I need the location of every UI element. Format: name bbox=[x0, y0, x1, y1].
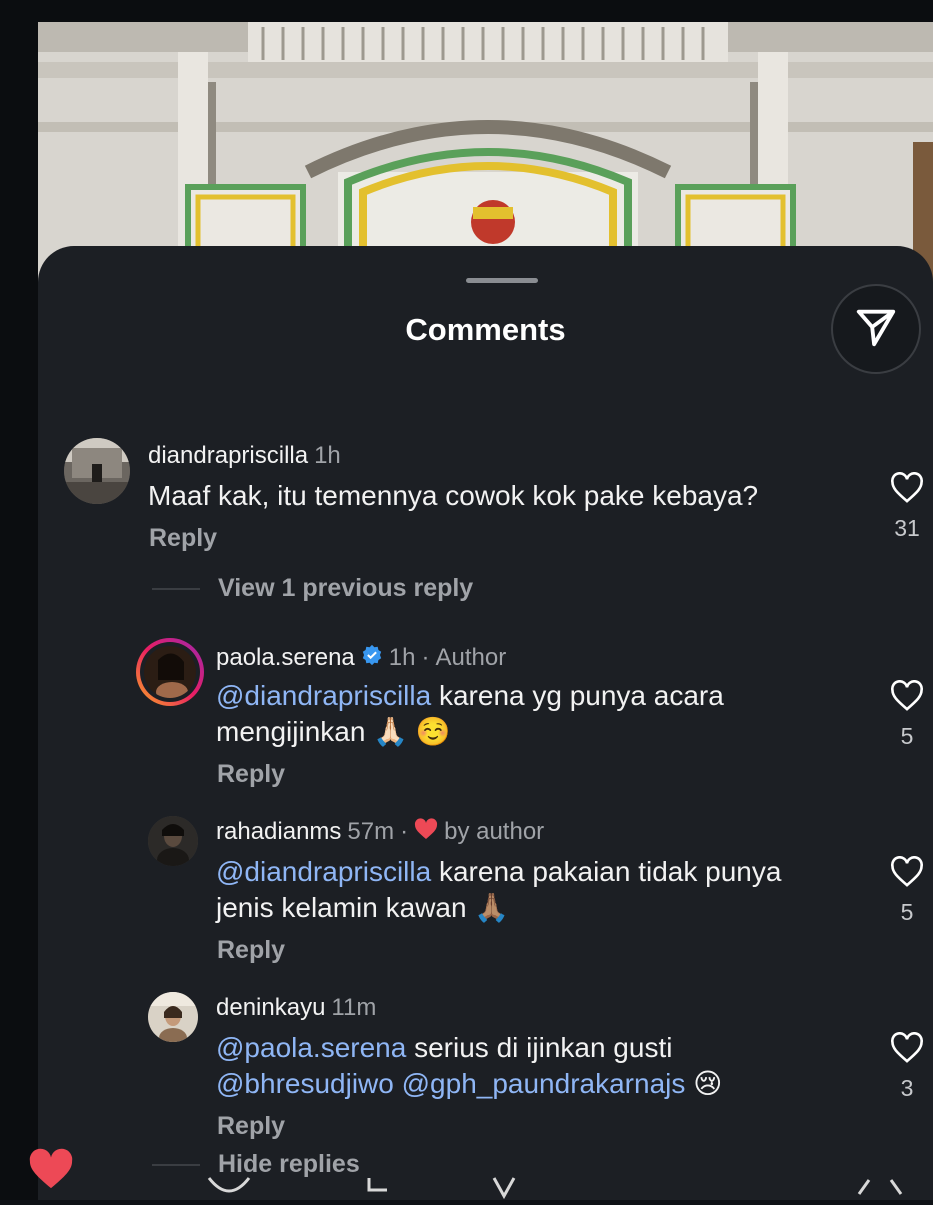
timestamp: 57m bbox=[347, 818, 395, 845]
repost-icon bbox=[365, 1174, 395, 1205]
separator: · bbox=[400, 818, 409, 845]
like-count: 5 bbox=[900, 723, 914, 749]
avatar[interactable] bbox=[148, 992, 198, 1042]
timestamp: 1h bbox=[388, 644, 416, 671]
timestamp: 11m bbox=[331, 994, 377, 1021]
reply-body-line2: mengijinkan bbox=[216, 716, 366, 747]
comments-sheet: Comments diandrapriscilla 1h Maaf kak, it… bbox=[38, 246, 933, 1200]
mention-link[interactable]: @paola.serena bbox=[216, 1032, 406, 1063]
reply-item: rahadianms 57m · by author @diandrapriscil… bbox=[38, 814, 933, 974]
left-dark-bar bbox=[0, 0, 38, 1200]
timestamp: 1h bbox=[314, 442, 341, 469]
reply-button[interactable]: Reply bbox=[217, 760, 285, 789]
like-button[interactable]: 5 bbox=[887, 680, 927, 750]
reply-meta: rahadianms 57m · by author bbox=[216, 818, 544, 847]
mention-link[interactable]: @diandrapriscilla bbox=[216, 680, 431, 711]
username[interactable]: deninkayu bbox=[216, 994, 325, 1021]
like-button[interactable]: 5 bbox=[887, 856, 927, 926]
top-dark-bar bbox=[0, 0, 933, 22]
comment-icon bbox=[205, 1174, 253, 1205]
comment-body: Maaf kak, itu temennya cowok kok pake ke… bbox=[148, 480, 759, 511]
reply-meta: paola.serena 1h · Author bbox=[216, 644, 506, 673]
reply-button[interactable]: Reply bbox=[149, 524, 217, 553]
emoji: 😢 bbox=[693, 1068, 723, 1099]
mention-link[interactable]: @diandrapriscilla bbox=[216, 856, 431, 887]
comment-text: Maaf kak, itu temennya cowok kok pake ke… bbox=[148, 478, 788, 514]
drag-handle[interactable] bbox=[466, 278, 538, 283]
emoji: 🙏🏻 ☺️ bbox=[373, 716, 451, 747]
reply-button[interactable]: Reply bbox=[217, 1112, 285, 1141]
like-button[interactable]: 3 bbox=[887, 1032, 927, 1102]
mention-link[interactable]: @gph_paundrakarnajs bbox=[402, 1068, 686, 1099]
sheet-title: Comments bbox=[405, 312, 566, 347]
thread-line bbox=[152, 588, 200, 590]
username[interactable]: rahadianms bbox=[216, 818, 341, 845]
comment-meta: diandrapriscilla 1h bbox=[148, 442, 341, 470]
more-icon bbox=[855, 1172, 905, 1205]
mention-link[interactable]: @bhresudjiwo bbox=[216, 1068, 394, 1099]
verified-badge-icon bbox=[361, 644, 383, 673]
reply-button[interactable]: Reply bbox=[217, 936, 285, 965]
heart-filled-icon bbox=[28, 1146, 74, 1197]
reply-meta: deninkayu 11m bbox=[216, 994, 376, 1022]
emoji: 🙏🏽 bbox=[474, 892, 510, 923]
reply-body-line1: karena pakaian tidak punya bbox=[438, 856, 782, 887]
bottom-toolbar-partial bbox=[0, 1148, 933, 1200]
like-count: 31 bbox=[894, 515, 920, 541]
reply-text: @paola.serena serius di ijinkan gusti @b… bbox=[216, 1030, 856, 1102]
heart-outline-icon bbox=[889, 680, 925, 716]
heart-outline-icon bbox=[889, 1032, 925, 1068]
avatar[interactable] bbox=[148, 816, 198, 866]
heart-outline-icon bbox=[889, 856, 925, 892]
author-tag: Author bbox=[435, 644, 507, 671]
reply-item: paola.serena 1h · Author @diandrapriscilla… bbox=[38, 638, 933, 798]
avatar-story-ring[interactable] bbox=[136, 638, 204, 706]
username[interactable]: diandrapriscilla bbox=[148, 442, 308, 469]
send-icon bbox=[853, 304, 899, 355]
reply-body-line1: karena yg punya acara bbox=[438, 680, 724, 711]
like-count: 3 bbox=[900, 1075, 914, 1101]
liked-by-author-label: by author bbox=[444, 818, 545, 845]
comment-item: diandrapriscilla 1h Maaf kak, itu temenny… bbox=[38, 436, 933, 566]
separator: · bbox=[421, 644, 430, 671]
like-count: 5 bbox=[900, 899, 914, 925]
heart-filled-icon bbox=[414, 818, 438, 847]
heart-outline-icon bbox=[889, 472, 925, 508]
username[interactable]: paola.serena bbox=[216, 644, 355, 671]
send-icon bbox=[490, 1174, 520, 1205]
avatar[interactable] bbox=[64, 438, 130, 504]
reply-item: deninkayu 11m @paola.serena serius di iji… bbox=[38, 990, 933, 1150]
share-button[interactable] bbox=[831, 284, 921, 374]
reply-text: @diandrapriscilla karena pakaian tidak p… bbox=[216, 854, 856, 926]
reply-text: @diandrapriscilla karena yg punya acara … bbox=[216, 678, 856, 750]
reply-body-line2: jenis kelamin kawan bbox=[216, 892, 467, 923]
like-button[interactable]: 31 bbox=[887, 472, 927, 542]
reply-body-line1: serius di ijinkan gusti bbox=[414, 1032, 673, 1063]
view-previous-replies-button[interactable]: View 1 previous reply bbox=[218, 574, 473, 603]
